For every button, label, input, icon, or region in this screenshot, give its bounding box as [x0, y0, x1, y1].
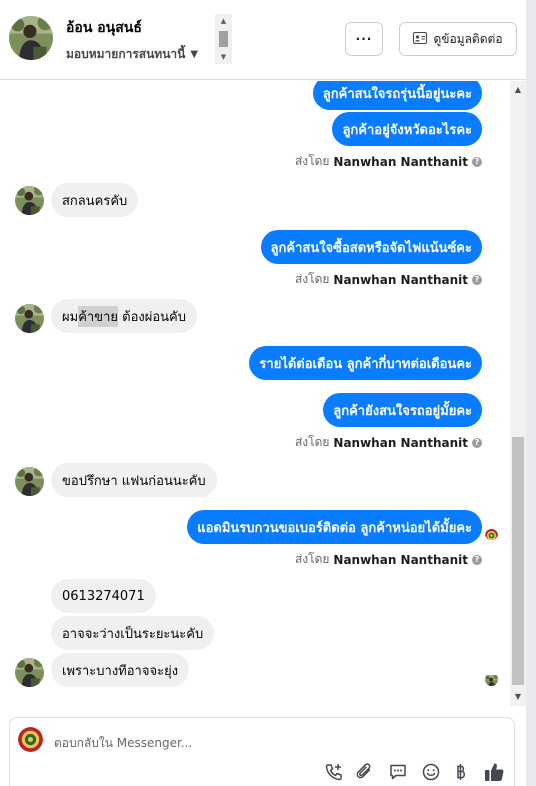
contact-card-icon	[413, 31, 428, 47]
help-icon[interactable]: ?	[472, 437, 482, 448]
sent-by-label: ส่งโดย Nanwhan Nanthanit?	[295, 270, 482, 289]
contact-avatar-small[interactable]	[15, 304, 44, 333]
sent-by-prefix: ส่งโดย	[294, 552, 330, 566]
message-text: ผม	[62, 309, 79, 325]
highlighted-text: ค้าขาย	[78, 305, 118, 327]
contact-name[interactable]: อ้อน อนุสนธ์	[66, 17, 142, 39]
sender-name: Nanwhan Nanthanit	[333, 552, 468, 567]
contact-info-label: ดูข้อมูลติดต่อ	[433, 31, 503, 46]
scroll-down-icon[interactable]: ▼	[510, 690, 526, 704]
help-icon[interactable]: ?	[472, 156, 482, 167]
contact-avatar-small[interactable]	[15, 467, 44, 496]
scroll-thumb[interactable]	[512, 437, 524, 685]
incoming-message[interactable]: อาจจะว่างเป็นระยะนะคับ	[51, 616, 215, 650]
paperclip-icon[interactable]	[353, 760, 377, 784]
reply-input[interactable]: ตอบกลับใน Messenger...	[54, 734, 192, 753]
sent-by-label: ส่งโดย Nanwhan Nanthanit?	[295, 550, 482, 569]
contact-avatar[interactable]	[9, 16, 53, 60]
reply-composer[interactable]: ตอบกลับใน Messenger...	[9, 717, 515, 786]
emoji-icon[interactable]	[419, 760, 443, 784]
outgoing-message[interactable]: ลูกค้าอยู่จังหวัดอะไรคะ	[332, 112, 482, 146]
sent-by-prefix: ส่งโดย	[294, 272, 330, 286]
view-contact-info-button[interactable]: ดูข้อมูลติดต่อ	[399, 22, 517, 56]
contact-avatar-small[interactable]	[15, 186, 44, 215]
assign-label: มอบหมายการสนทนานี้	[66, 47, 186, 61]
sent-by-prefix: ส่งโดย	[294, 154, 330, 168]
more-icon: ···	[355, 32, 373, 46]
outgoing-message[interactable]: แอดมินรบกวนขอเบอร์ติดต่อ ลูกค้าหน่อยได้ม…	[187, 510, 482, 544]
thumbs-up-icon[interactable]	[482, 760, 506, 784]
more-options-button[interactable]: ···	[345, 22, 383, 56]
scroll-up-icon[interactable]: ▲	[510, 83, 526, 97]
outgoing-message[interactable]: ลูกค้าสนใจซื้อสดหรือจัดไฟแน้นซ์คะ	[260, 230, 482, 264]
assign-conversation-dropdown[interactable]: มอบหมายการสนทนานี้ ▼	[66, 45, 198, 64]
outgoing-message[interactable]: ลูกค้าสนใจรถรุ่นนี้อยู่นะคะ	[312, 81, 482, 110]
sent-by-prefix: ส่งโดย	[294, 435, 330, 449]
message-text: ต้องผ่อนคับ	[118, 309, 186, 325]
sender-name: Nanwhan Nanthanit	[333, 272, 468, 287]
incoming-message[interactable]: เพราะบางทีอาจจะยุ่ง	[51, 653, 190, 687]
saved-reply-icon[interactable]	[386, 760, 410, 784]
sent-by-label: ส่งโดย Nanwhan Nanthanit?	[295, 152, 482, 171]
message-scrollbar[interactable]: ▲ ▼	[510, 81, 526, 706]
sender-name: Nanwhan Nanthanit	[333, 435, 468, 450]
sent-by-label: ส่งโดย Nanwhan Nanthanit?	[295, 433, 482, 452]
outgoing-message[interactable]: รายได้ต่อเดือน ลูกค้ากี่บาทต่อเดือนคะ	[249, 346, 482, 380]
currency-icon[interactable]	[449, 760, 473, 784]
incoming-message[interactable]: ขอปรึกษา แฟนก่อนนะคับ	[51, 463, 217, 497]
help-icon[interactable]: ?	[472, 274, 482, 285]
incoming-message[interactable]: สกลนครคับ	[51, 183, 139, 217]
page-avatar	[18, 727, 43, 752]
incoming-message[interactable]: ผม ค้าขาย ต้องผ่อนคับ	[51, 299, 197, 333]
scroll-up-icon[interactable]: ▲	[215, 16, 232, 26]
outgoing-message[interactable]: ลูกค้ายังสนใจรถอยู่มั้ยคะ	[323, 393, 482, 427]
sender-name: Nanwhan Nanthanit	[333, 154, 468, 169]
incoming-message[interactable]: 0613274071	[51, 579, 156, 613]
scroll-down-icon[interactable]: ▼	[215, 52, 232, 62]
assign-scroll-thumb[interactable]	[219, 31, 228, 47]
contact-avatar-small[interactable]	[15, 658, 44, 687]
phone-plus-icon[interactable]	[322, 760, 346, 784]
assign-scrollbar[interactable]: ▲ ▼	[215, 14, 232, 64]
message-list[interactable]: ลูกค้าสนใจรถรุ่นนี้อยู่นะคะ ลูกค้าอยู่จั…	[0, 81, 510, 706]
conversation-header: อ้อน อนุสนธ์ มอบหมายการสนทนานี้ ▼ ▲ ▼ ··…	[0, 0, 526, 80]
seen-indicator-page-logo	[485, 527, 498, 540]
panel-edge	[526, 0, 536, 786]
help-icon[interactable]: ?	[472, 554, 482, 565]
seen-indicator-contact	[485, 673, 498, 686]
caret-down-icon: ▼	[190, 49, 199, 60]
